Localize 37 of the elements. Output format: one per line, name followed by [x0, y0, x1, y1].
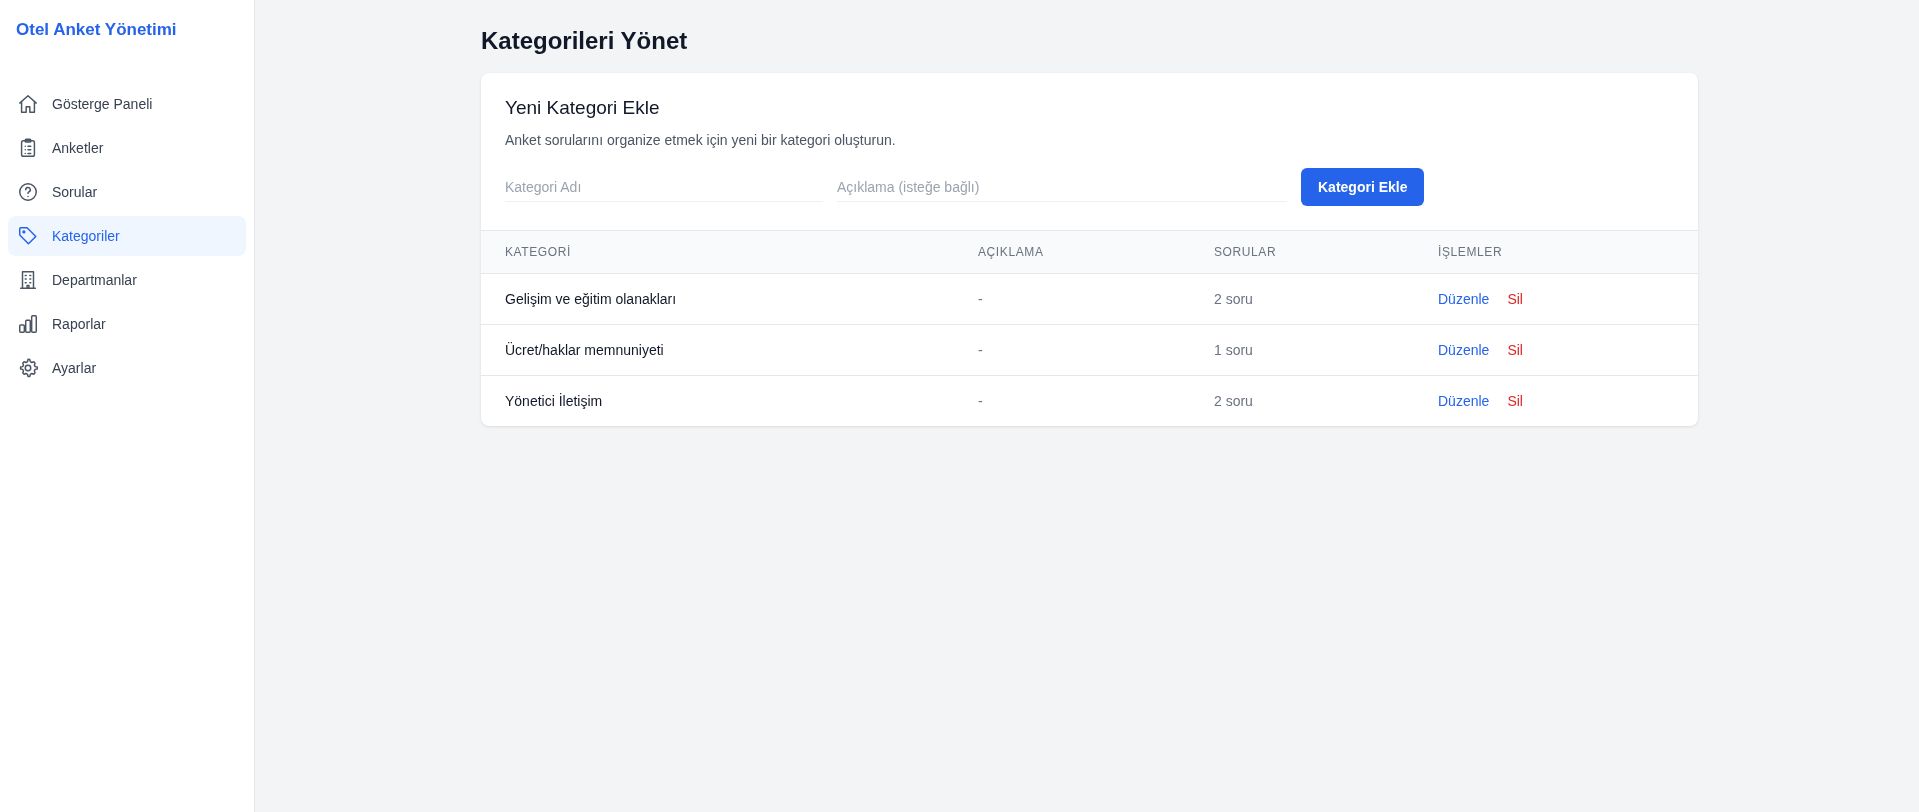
- sidebar-item[interactable]: Sorular: [8, 172, 246, 212]
- sidebar-item[interactable]: Gösterge Paneli: [8, 84, 246, 124]
- table-cell: 2 soru: [1190, 375, 1414, 426]
- delete-link[interactable]: Sil: [1507, 393, 1523, 409]
- form-description: Anket sorularını organize etmek için yeni bir kategori oluşturun.: [505, 132, 897, 148]
- bar-chart-icon: [17, 313, 39, 335]
- sidebar-item[interactable]: Kategoriler: [8, 216, 246, 256]
- form-title: Yeni Kategori Ekle: [505, 97, 661, 119]
- delete-link[interactable]: Sil: [1507, 291, 1523, 307]
- column-header: İŞLEMLER: [1414, 230, 1698, 274]
- column-header: AÇIKLAMA: [954, 230, 1190, 274]
- table-cell: 1 soru: [1190, 324, 1414, 376]
- settings-icon: [17, 357, 39, 379]
- home-icon: [17, 93, 39, 115]
- table-cell: -: [954, 375, 1190, 426]
- sidebar-item[interactable]: Anketler: [8, 128, 246, 168]
- page-title: Kategorileri Yönet: [481, 27, 689, 55]
- delete-link[interactable]: Sil: [1507, 342, 1523, 358]
- sidebar-item[interactable]: Ayarlar: [8, 348, 246, 388]
- edit-link[interactable]: Düzenle: [1438, 393, 1490, 409]
- column-header: KATEGORİ: [481, 230, 954, 274]
- table-cell: Ücret/haklar memnuniyeti: [481, 324, 954, 376]
- sidebar-item[interactable]: Raporlar: [8, 304, 246, 344]
- table-cell: Yönetici İletişim: [481, 375, 954, 426]
- sidebar-item[interactable]: Departmanlar: [8, 260, 246, 300]
- table-cell: -: [954, 324, 1190, 376]
- table-cell: Gelişim ve eğitim olanakları: [481, 273, 954, 325]
- edit-link[interactable]: Düzenle: [1438, 291, 1490, 307]
- table-cell: -: [954, 273, 1190, 325]
- column-header: SORULAR: [1190, 230, 1414, 274]
- add-category-button[interactable]: Kategori Ekle: [1301, 168, 1425, 206]
- question-icon: [17, 181, 39, 203]
- building-icon: [17, 269, 39, 291]
- edit-link[interactable]: Düzenle: [1438, 342, 1490, 358]
- table-cell: 2 soru: [1190, 273, 1414, 325]
- app-title: Otel Anket Yönetimi: [15, 19, 178, 41]
- tag-icon: [17, 225, 39, 247]
